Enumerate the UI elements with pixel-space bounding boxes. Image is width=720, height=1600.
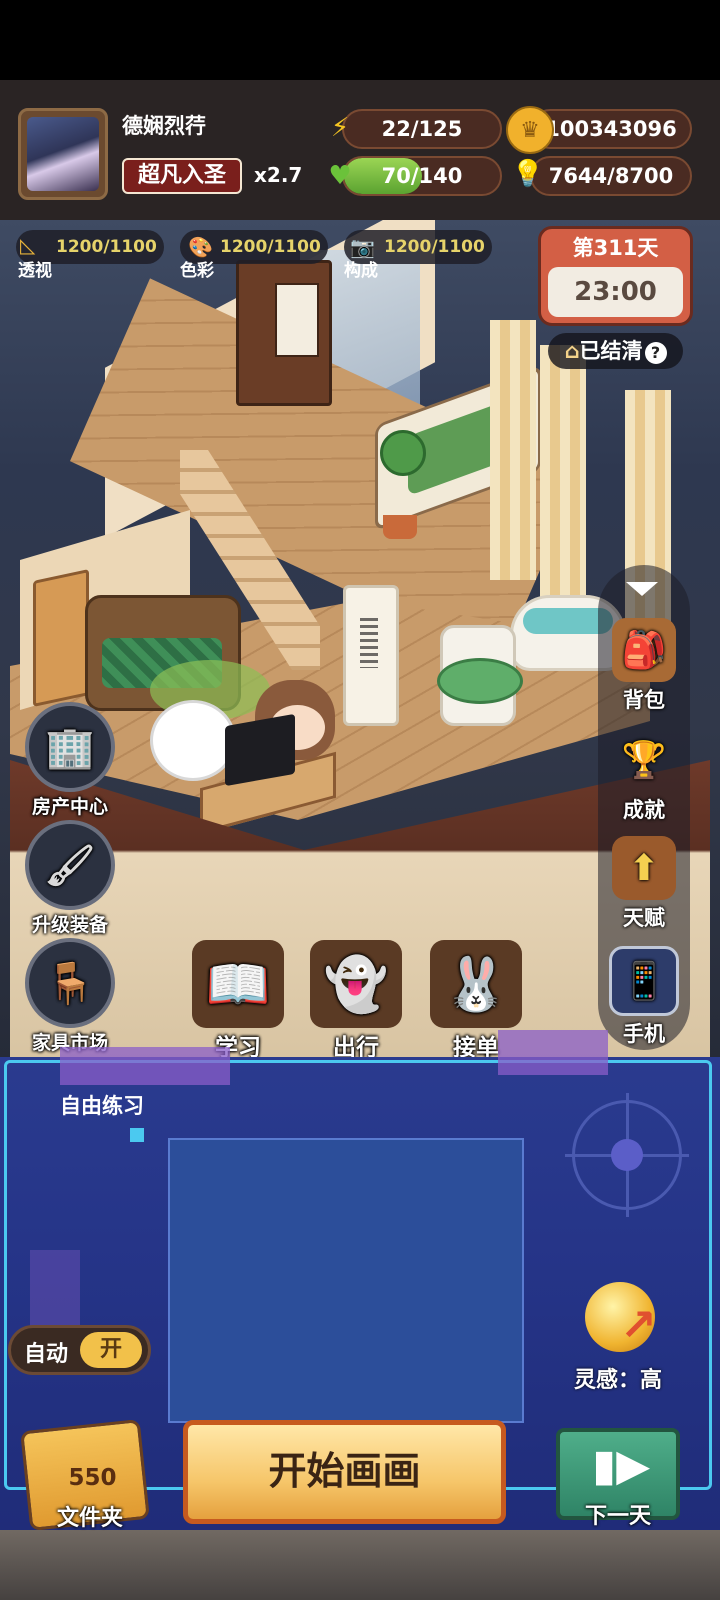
- plant-pot: [383, 515, 417, 539]
- phone-icon: 📱: [609, 946, 679, 1016]
- stat-perspective-value: 1200/1100: [56, 237, 157, 257]
- deco-block: [130, 1128, 144, 1142]
- top-header: [0, 80, 720, 220]
- toilet[interactable]: [437, 625, 523, 726]
- phone-button[interactable]: 📱 手机: [598, 946, 690, 1048]
- air-conditioner[interactable]: [343, 585, 399, 726]
- computer-monitor[interactable]: [225, 713, 295, 787]
- talent-label: 天赋: [623, 906, 665, 930]
- building-icon: 🏢: [25, 702, 115, 792]
- travel-button[interactable]: 👻 出行: [306, 940, 406, 1062]
- health-value: 70/140: [381, 164, 463, 188]
- help-icon[interactable]: ?: [644, 342, 667, 364]
- ghost-travel-icon: 👻: [310, 940, 402, 1028]
- backpack-icon: 🎒: [612, 618, 676, 682]
- white-dog[interactable]: [150, 700, 236, 781]
- deco-block: [498, 1030, 608, 1075]
- multiplier: x2.7: [254, 163, 303, 187]
- heart-icon: ♥: [328, 161, 352, 191]
- real-estate-button[interactable]: 🏢 房产中心: [10, 702, 130, 819]
- ideas-value: 7644/8700: [548, 164, 674, 188]
- cabinet[interactable]: [236, 260, 332, 406]
- coin-icon: ♛: [506, 106, 554, 154]
- stat-perspective-label: 透视: [18, 261, 52, 281]
- inspiration-level: 灵感：高: [574, 1368, 663, 1393]
- practice-title: 自由练习: [60, 1094, 144, 1118]
- coins-value: 100343096: [545, 117, 677, 141]
- stat-composition-value: 1200/1100: [384, 237, 485, 257]
- avatar[interactable]: [18, 108, 108, 200]
- talent-button[interactable]: ⬆ 天赋: [598, 836, 690, 932]
- crosshair-icon: [565, 1093, 689, 1217]
- curtain-middle: [540, 345, 586, 605]
- study-button[interactable]: 📖 学习: [188, 940, 288, 1062]
- player-name: 德娴烈荇: [122, 114, 206, 138]
- trend-up-icon: ↗: [620, 1300, 657, 1351]
- drawing-canvas[interactable]: [168, 1138, 524, 1423]
- book-icon: 📖: [192, 940, 284, 1028]
- achievement-label: 成就: [623, 798, 665, 822]
- skip-forward-icon: ▮▶: [592, 1440, 651, 1491]
- auto-state[interactable]: 开: [80, 1332, 142, 1368]
- furniture-icon: 🪑: [25, 938, 115, 1028]
- talent-book-icon: ⬆: [612, 836, 676, 900]
- lightbulb-icon: 💡: [511, 159, 545, 189]
- bottom-strip: [0, 1530, 720, 1600]
- stat-color-value: 1200/1100: [220, 237, 321, 257]
- rabbit-order-icon: 🐰: [430, 940, 522, 1028]
- stat-color-label: 色彩: [180, 261, 214, 281]
- phone-label: 手机: [623, 1022, 665, 1046]
- backpack-label: 背包: [623, 688, 665, 712]
- real-estate-label: 房产中心: [31, 796, 108, 818]
- folder-count: 550: [68, 1465, 117, 1491]
- coins-bar: 100343096: [530, 109, 692, 149]
- start-drawing-button[interactable]: 开始画画: [183, 1420, 506, 1524]
- stat-composition-label: 构成: [344, 261, 378, 281]
- settled-label: 已结清: [579, 339, 643, 363]
- folder-label: 文件夹: [56, 1506, 123, 1531]
- trophy-icon: 🏆: [621, 740, 667, 781]
- status-bar: [0, 0, 720, 80]
- brush-pen-icon: 🖌: [25, 820, 115, 910]
- deco-block: [60, 1047, 230, 1085]
- settled-status[interactable]: ⌂已结清?: [548, 333, 683, 369]
- door[interactable]: [33, 569, 89, 707]
- deco-block: [30, 1250, 80, 1330]
- upgrade-gear-button[interactable]: 🖌 升级装备: [10, 820, 130, 937]
- upgrade-gear-label: 升级装备: [31, 914, 108, 936]
- health-bar: 70/140: [342, 156, 502, 196]
- house-icon: ⌂: [564, 339, 580, 363]
- achievement-button[interactable]: 🏆 成就: [598, 728, 690, 824]
- ideas-bar: 7644/8700: [530, 156, 692, 196]
- next-day-label: 下一天: [584, 1504, 651, 1529]
- backpack-button[interactable]: 🎒 背包: [598, 618, 690, 714]
- auto-label: 自动: [24, 1342, 69, 1367]
- energy-value: 22/125: [381, 117, 463, 141]
- furniture-market-button[interactable]: 🪑 家具市场: [10, 938, 130, 1055]
- energy-bar: 22/125: [342, 109, 502, 149]
- day-counter: 第311天: [572, 236, 659, 260]
- potted-plant[interactable]: [380, 430, 426, 476]
- rank-badge: 超凡入圣: [122, 158, 242, 194]
- collapse-arrow-icon[interactable]: [626, 582, 658, 596]
- curtain-left: [490, 320, 536, 580]
- lightning-icon: ⚡: [330, 113, 350, 143]
- clock-time: 23:00: [548, 267, 683, 317]
